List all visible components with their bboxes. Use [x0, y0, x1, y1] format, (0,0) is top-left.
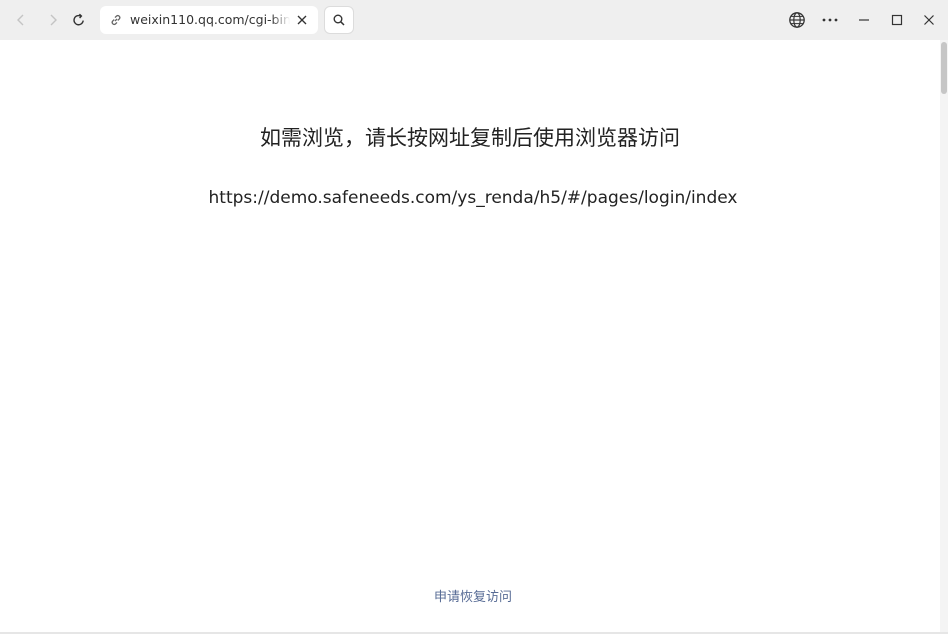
target-url-text[interactable]: https://demo.safeneeds.com/ys_renda/h5/#…	[0, 186, 946, 210]
close-window-button[interactable]	[914, 5, 944, 35]
minimize-icon	[859, 19, 869, 21]
address-url[interactable]: weixin110.qq.com/cgi-bin/mmspamsupport-b…	[130, 6, 290, 34]
link-icon	[111, 14, 121, 26]
page-content: 如需浏览，请长按网址复制后使用浏览器访问 https://demo.safene…	[0, 40, 940, 634]
minimize-button[interactable]	[849, 5, 879, 35]
page-headline: 如需浏览，请长按网址复制后使用浏览器访问	[260, 126, 680, 150]
search-button[interactable]	[324, 6, 354, 34]
browser-window: weixin110.qq.com/cgi-bin/mmspamsupport-b…	[0, 0, 948, 634]
close-icon	[924, 15, 934, 25]
globe-icon	[789, 12, 805, 28]
scrollbar-thumb[interactable]	[941, 42, 947, 94]
reload-button[interactable]	[64, 5, 94, 35]
address-bar[interactable]: weixin110.qq.com/cgi-bin/mmspamsupport-b…	[100, 6, 318, 34]
close-icon[interactable]	[296, 14, 308, 26]
back-button[interactable]	[6, 5, 36, 35]
more-icon	[822, 18, 838, 22]
search-icon	[333, 14, 345, 26]
chevron-left-icon	[17, 14, 24, 26]
globe-button[interactable]	[782, 5, 812, 35]
more-button[interactable]	[815, 5, 845, 35]
browser-toolbar: weixin110.qq.com/cgi-bin/mmspamsupport-b…	[0, 0, 948, 40]
restore-access-link[interactable]: 申请恢复访问	[0, 589, 946, 607]
chevron-right-icon	[50, 14, 57, 26]
scrollbar-track[interactable]	[940, 40, 948, 634]
reload-icon	[73, 13, 84, 26]
maximize-icon	[891, 14, 903, 26]
maximize-button[interactable]	[882, 5, 912, 35]
